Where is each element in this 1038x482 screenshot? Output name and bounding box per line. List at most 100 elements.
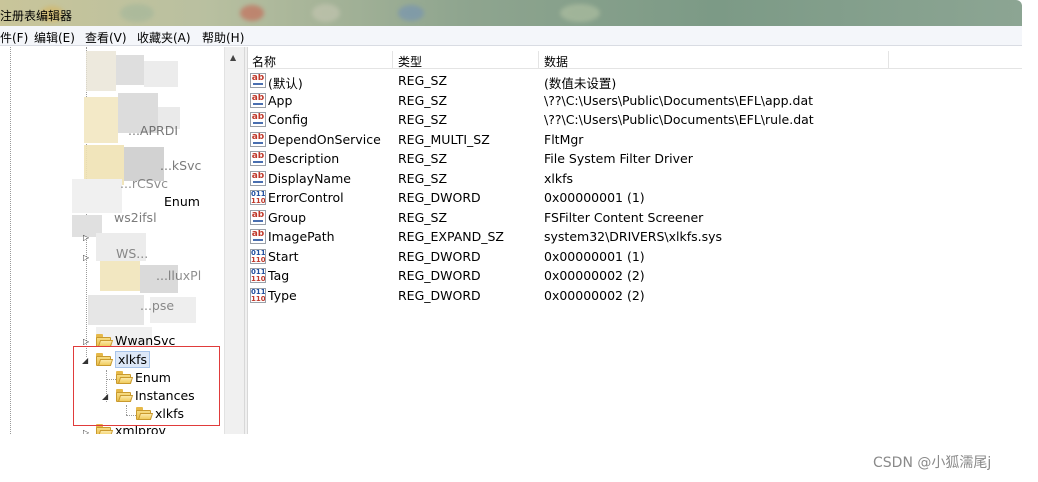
binary-value-icon: 011 110 [250,287,266,303]
table-row[interactable]: ab DisplayName REG_SZ xlkfs [248,169,1022,189]
column-header-name[interactable]: 名称 [252,53,276,70]
menu-edit[interactable]: 编辑(E) [34,29,75,46]
list-header: 名称 类型 数据 [248,51,1022,69]
string-value-icon: ab [250,229,266,244]
table-row[interactable]: ab Group REG_SZ FSFilter Content Screener [248,208,1022,228]
cell-type: REG_DWORD [398,190,481,205]
cell-data: \??\C:\Users\Public\Documents\EFL\rule.d… [544,112,814,127]
cell-type: REG_DWORD [398,268,481,283]
string-value-icon: ab [250,92,266,108]
string-value-icon: ab [250,170,266,186]
cell-name: Type [268,287,297,303]
column-separator[interactable] [392,51,393,69]
cell-data: 0x00000002 (2) [544,287,645,303]
string-value-icon: ab [250,131,266,147]
blurred-region [84,97,118,143]
string-value-icon: ab [250,209,266,225]
tree-node-label-blurred: ...APRDI [128,123,179,138]
table-row[interactable]: ab Description REG_SZ File System Filter Dr… [248,149,1022,169]
cell-type: REG_MULTI_SZ [398,131,490,147]
cell-type: REG_SZ [398,170,448,186]
cell-data: \??\C:\Users\Public\Documents\EFL\app.da… [544,92,814,108]
expand-arrow-icon[interactable]: ▷ [83,428,89,434]
blurred-region [116,55,144,85]
values-list-pane[interactable]: 名称 类型 数据 ab (默认) REG_SZ (数值未设置) ab App REG_SZ \… [248,47,1022,434]
string-value-icon: ab [250,73,266,88]
table-row[interactable]: 011 110 ErrorControl REG_DWORD 0x00000001 (1… [248,188,1022,208]
cell-name: App [268,92,293,108]
cell-name: ErrorControl [268,190,344,205]
menu-help[interactable]: 帮助(H) [202,29,244,46]
cell-name: Config [268,112,309,127]
column-separator[interactable] [888,51,889,69]
cell-data: system32\DRIVERS\xlkfs.sys [544,229,723,244]
binary-value-icon: 011 110 [250,190,266,205]
blurred-region [88,295,144,325]
tree-node-label-blurred: WS... [116,246,149,261]
cell-name: Tag [268,268,290,283]
string-value-icon: ab [250,151,266,166]
highlight-annotation-box [73,346,220,426]
cell-data: 0x00000001 (1) [544,190,645,205]
binary-value-icon: 011 110 [250,248,266,264]
cell-type: REG_SZ [398,92,448,108]
table-row[interactable]: 011 110 Type REG_DWORD 0x00000002 (2) [248,286,1022,306]
scroll-up-arrow-icon[interactable]: ▲ [230,53,236,62]
cell-name: ImagePath [268,229,335,244]
cell-name: Description [268,151,340,166]
cell-type: REG_DWORD [398,248,481,264]
binary-value-icon: 011 110 [250,268,266,283]
watermark: CSDN @小狐濡尾j [873,455,992,471]
cell-data: 0x00000002 (2) [544,268,645,283]
tree-node-label-blurred: ...kSvc [160,158,202,173]
expand-arrow-icon[interactable]: ▷ [83,233,89,242]
table-row[interactable]: ab App REG_SZ \??\C:\Users\Public\Documents… [248,91,1022,111]
blurred-region [144,61,178,87]
expand-arrow-icon[interactable]: ▷ [83,253,89,262]
table-row[interactable]: 011 110 Tag REG_DWORD 0x00000002 (2) [248,266,1022,286]
tree-node-label-blurred: ...pse [140,298,175,313]
cell-type: REG_SZ [398,209,448,225]
column-separator[interactable] [538,51,539,69]
table-row[interactable]: ab DependOnService REG_MULTI_SZ FltMgr [248,130,1022,150]
string-value-icon: ab [250,112,266,127]
tree-node-label-blurred: Enum [164,194,200,209]
column-header-type[interactable]: 类型 [398,53,422,70]
window-title: 注册表编辑器 [0,9,73,23]
menu-file[interactable]: 件(F) [0,29,28,46]
cell-data: 0x00000001 (1) [544,248,645,264]
expand-arrow-icon[interactable]: ▷ [83,337,89,346]
cell-name: DependOnService [268,131,381,147]
cell-data: (数值未设置) [544,76,617,91]
column-header-data[interactable]: 数据 [544,53,568,70]
menu-favorites[interactable]: 收藏夹(A) [137,29,191,46]
cell-data: FSFilter Content Screener [544,209,704,225]
menu-view[interactable]: 查看(V) [85,29,127,46]
table-row[interactable]: ab (默认) REG_SZ (数值未设置) [248,71,1022,91]
cell-data: FltMgr [544,131,584,147]
blurred-region [86,51,116,91]
menu-bar: 件(F) 编辑(E) 查看(V) 收藏夹(A) 帮助(H) [0,26,1022,46]
tree-node-label-blurred: ...lluxPl [156,268,202,283]
table-row[interactable]: ab Config REG_SZ \??\C:\Users\Public\Docume… [248,110,1022,130]
tree-guide-line [10,47,11,434]
cell-name: DisplayName [268,170,351,186]
cell-type: REG_EXPAND_SZ [398,229,504,244]
cell-name: Start [268,248,299,264]
tree-node-label-blurred: ws2ifsl [114,210,157,225]
cell-type: REG_SZ [398,73,448,88]
tree-scrollbar[interactable]: ▲ [224,47,244,434]
cell-name: Group [268,209,307,225]
registry-editor-window: 注册表编辑器 件(F) 编辑(E) 查看(V) 收藏夹(A) 帮助(H) ...… [0,0,1022,434]
tree-node-label-blurred: ...rCSvc [120,176,168,191]
cell-data: File System Filter Driver [544,151,693,166]
cell-name: (默认) [268,76,303,91]
cell-type: REG_SZ [398,112,448,127]
blurred-region [72,179,122,213]
title-bar[interactable]: 注册表编辑器 [0,0,1022,26]
cell-type: REG_SZ [398,151,448,166]
table-row[interactable]: ab ImagePath REG_EXPAND_SZ system32\DRIVERS… [248,227,1022,247]
blurred-region [100,261,140,291]
cell-type: REG_DWORD [398,287,481,303]
table-row[interactable]: 011 110 Start REG_DWORD 0x00000001 (1) [248,247,1022,267]
